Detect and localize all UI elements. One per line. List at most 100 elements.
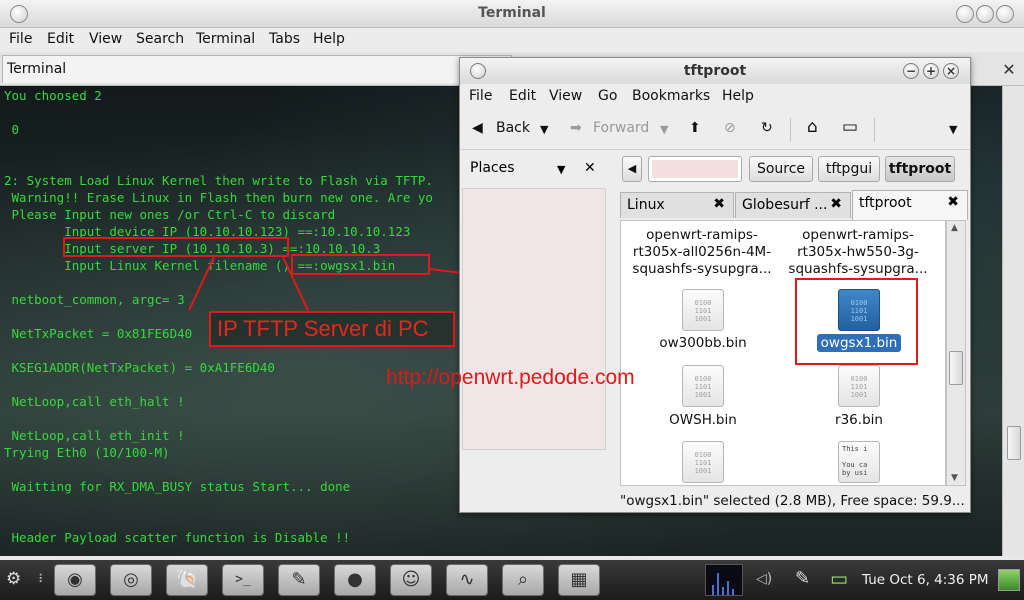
fm-toolbar: ◀ Back ▼ ➡ Forward ▼ ⬆ ⊘ ↻ ⌂ ▭ ▼ (460, 110, 970, 150)
path-button-tftpgui[interactable]: tftpgui (818, 156, 880, 182)
fm-menubar: File Edit View Go Bookmarks Help (460, 84, 970, 108)
terminal-icon[interactable]: >_ (222, 564, 264, 596)
server-ip-highlight-box (63, 237, 289, 257)
eye-icon[interactable]: ◉ (54, 564, 96, 596)
path-button-tftproot[interactable]: tftproot (885, 156, 955, 182)
menu-tabs[interactable]: Tabs (269, 31, 300, 47)
path-button-source[interactable]: Source (749, 156, 813, 182)
tab-close-icon[interactable]: ✖ (830, 196, 842, 212)
places-label: Places (470, 160, 515, 176)
back-arrow-icon[interactable]: ◀ (472, 120, 483, 136)
fm-maximize-button[interactable]: + (923, 63, 939, 79)
back-button[interactable]: Back (496, 120, 530, 136)
camera-icon[interactable]: ● (334, 564, 376, 596)
notepad-icon[interactable]: ✎ (278, 564, 320, 596)
forward-button: Forward (593, 120, 650, 136)
toolbar-overflow-chevron-down-icon[interactable]: ▼ (949, 123, 957, 136)
fm-menu-view[interactable]: View (549, 88, 582, 104)
drive-icon[interactable]: ▦ (558, 564, 600, 596)
places-chevron-down-icon[interactable]: ▼ (557, 163, 565, 176)
tab-tftproot[interactable]: tftproot ✖ (852, 190, 968, 220)
status-bar: "owgsx1.bin" selected (2.8 MB), Free spa… (620, 493, 965, 509)
menu-file[interactable]: File (9, 31, 32, 47)
home-icon[interactable]: ⌂ (807, 117, 818, 137)
binary-file-icon[interactable]: 0100 1101 1001 (682, 365, 724, 407)
terminal-tab[interactable]: Terminal (2, 55, 512, 83)
fm-close-button[interactable]: × (943, 63, 959, 79)
places-panel[interactable] (462, 188, 606, 450)
taskbar: ⚙ ⠇ ◉ ◎ 🐚 >_ ✎ ● ☺ ∿ ⌕ ▦ ◁) ✎ ▭ Tue Oct … (0, 560, 1024, 600)
terminal-scrollbar[interactable] (1002, 86, 1024, 556)
shell-icon[interactable]: 🐚 (166, 564, 208, 596)
fm-titlebar[interactable]: tftproot − + × (460, 58, 970, 84)
up-arrow-icon[interactable]: ⬆ (689, 120, 701, 136)
file-name-ow300bb[interactable]: ow300bb.bin (627, 335, 779, 352)
back-history-chevron-down-icon[interactable]: ▼ (540, 123, 548, 136)
close-button[interactable] (996, 5, 1014, 23)
terminal-line: Waitting for RX_DMA_BUSY status Start...… (4, 479, 351, 494)
binary-file-icon[interactable]: 0100 1101 1001 (682, 441, 724, 483)
show-desktop-button[interactable] (998, 569, 1020, 591)
fm-menu-bookmarks[interactable]: Bookmarks (632, 88, 710, 104)
battery-icon[interactable]: ▭ (830, 568, 848, 590)
volume-icon[interactable]: ◁) (756, 571, 772, 587)
monitor-icon[interactable]: ∿ (446, 564, 488, 596)
pane-splitter[interactable] (610, 158, 618, 508)
chat-icon[interactable]: ☺ (390, 564, 432, 596)
terminal-line: You choosed 2 (4, 88, 102, 103)
fm-menu-file[interactable]: File (469, 88, 492, 104)
fm-tabbar: Linux ✖ Globesurf ... ✖ tftproot ✖ (618, 190, 970, 220)
filename-highlight-box (291, 254, 430, 275)
chrome-icon[interactable]: ◎ (110, 564, 152, 596)
tab-label: Globesurf ... (742, 197, 828, 213)
terminal-line: Warning!! Erase Linux in Flash then burn… (4, 190, 433, 205)
gear-icon[interactable]: ⚙ (6, 569, 21, 589)
fm-menu-go[interactable]: Go (598, 88, 617, 104)
menu-help[interactable]: Help (313, 31, 345, 47)
cpu-graph-widget[interactable] (705, 564, 743, 596)
terminal-menubar: File Edit View Search Terminal Tabs Help (0, 28, 1024, 52)
minimize-button[interactable] (956, 5, 974, 23)
places-close-icon[interactable]: ✕ (584, 160, 596, 176)
fm-minimize-button[interactable]: − (903, 63, 919, 79)
menu-terminal[interactable]: Terminal (196, 31, 255, 47)
binary-file-icon[interactable]: 0100 1101 1001 (838, 365, 880, 407)
menu-search[interactable]: Search (136, 31, 184, 47)
icon-view-scroll-thumb[interactable] (949, 351, 963, 385)
annotation-label: IP TFTP Server di PC (209, 311, 455, 347)
binary-file-icon[interactable]: 0100 1101 1001 (682, 289, 724, 331)
clock[interactable]: Tue Oct 6, 4:36 PM (862, 572, 989, 588)
terminal-scroll-thumb[interactable] (1007, 426, 1021, 460)
tab-close-icon[interactable]: ✖ (713, 196, 725, 212)
tab-close-icon[interactable]: ✖ (947, 194, 959, 210)
tab-globesurf[interactable]: Globesurf ... ✖ (735, 192, 851, 218)
tab-close-icon[interactable]: ✕ (1000, 60, 1018, 79)
forward-arrow-icon: ➡ (570, 120, 582, 136)
text-file-icon[interactable]: This i You ca by usi (838, 441, 880, 483)
pen-icon[interactable]: ✎ (795, 568, 810, 589)
fm-title: tftproot (683, 63, 747, 79)
stop-icon: ⊘ (724, 120, 736, 136)
fm-menu-help[interactable]: Help (722, 88, 754, 104)
fm-menu-edit[interactable]: Edit (509, 88, 536, 104)
file-name-r36[interactable]: r36.bin (783, 412, 935, 429)
path-scroll-left-icon[interactable]: ◀ (622, 156, 642, 182)
terminal-titlebar[interactable]: Terminal (0, 0, 1024, 28)
file-item[interactable]: openwrt-ramips- rt305x-all0256n-4M- squa… (627, 227, 777, 278)
menu-edit[interactable]: Edit (47, 31, 74, 47)
reload-icon[interactable]: ↻ (761, 120, 773, 136)
maximize-button[interactable] (976, 5, 994, 23)
inspect-icon[interactable]: ⌕ (502, 564, 544, 596)
menu-view[interactable]: View (89, 31, 122, 47)
file-item[interactable]: openwrt-ramips- rt305x-hw550-3g- squashf… (783, 227, 933, 278)
terminal-title: Terminal (478, 5, 546, 21)
tab-linux[interactable]: Linux ✖ (620, 192, 734, 218)
terminal-line: NetLoop,call eth_halt ! (4, 394, 185, 409)
path-location-field[interactable] (648, 156, 742, 182)
terminal-line: 2: System Load Linux Kernel then write t… (4, 173, 433, 188)
icon-view-scrollbar[interactable]: ▲ ▼ (946, 220, 966, 486)
places-header: Places ▼ ✕ (460, 154, 610, 182)
file-name-owsh[interactable]: OWSH.bin (627, 412, 779, 429)
computer-icon[interactable]: ▭ (842, 117, 858, 137)
selected-file-highlight-box (795, 278, 918, 365)
